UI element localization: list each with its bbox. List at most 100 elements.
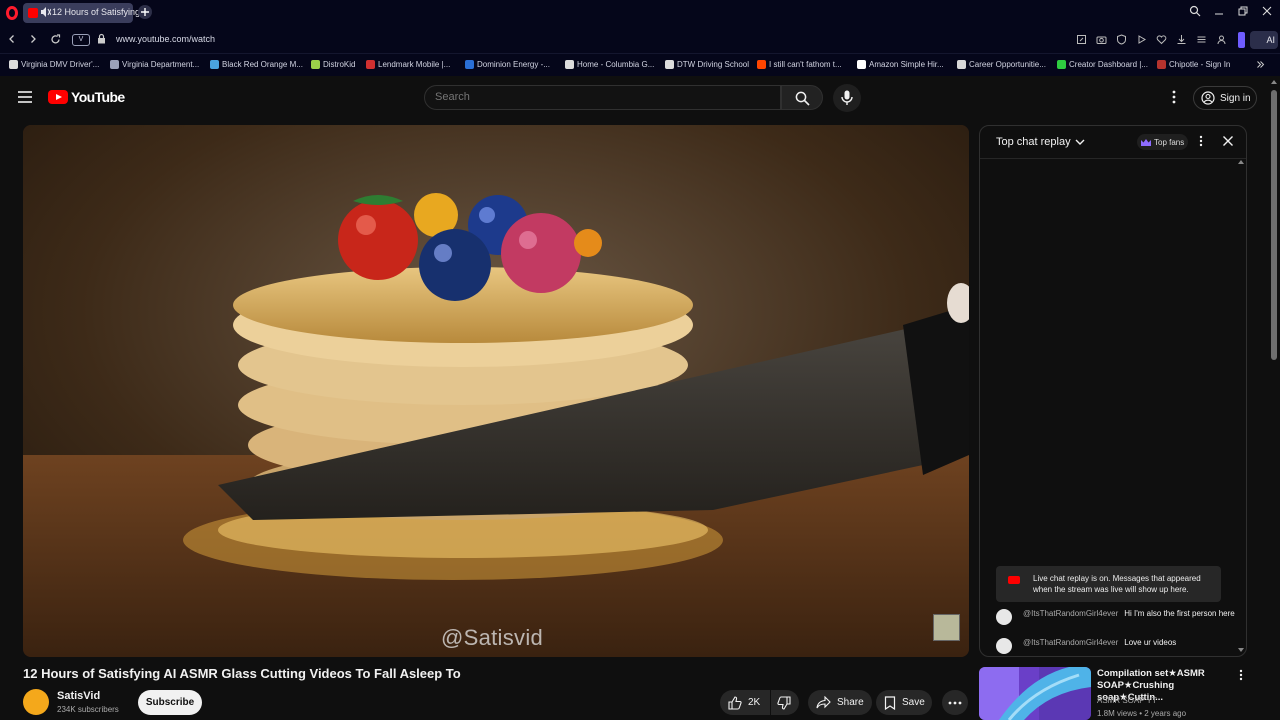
bookmark-item[interactable]: Black Red Orange M... (210, 60, 303, 69)
minimize-icon[interactable] (1213, 5, 1225, 17)
back-icon[interactable] (7, 34, 17, 44)
more-actions-button[interactable] (942, 690, 968, 715)
youtube-play-icon (48, 90, 68, 104)
bookmark-item[interactable]: Virginia Department... (110, 60, 199, 69)
bookmark-item[interactable]: I still can't fathom t... (757, 60, 842, 69)
bookmarks-bar: Virginia DMV Driver'... Virginia Departm… (0, 54, 1280, 76)
video-player[interactable]: @Satisvid (23, 125, 969, 657)
save-label: Save (902, 697, 925, 708)
dislike-button[interactable] (771, 690, 799, 715)
chat-title: Top chat replay (996, 136, 1071, 148)
shield-icon[interactable] (1116, 34, 1127, 45)
bookmark-item[interactable]: Home - Columbia G... (565, 60, 654, 69)
logo-text: YouTube (71, 89, 125, 105)
restore-icon[interactable] (1237, 5, 1249, 17)
share-icon (816, 696, 831, 709)
address-bar: V www.youtube.com/watch AI (0, 26, 1280, 54)
bookmark-favicon-icon (311, 60, 320, 69)
search-tabs-icon[interactable] (1189, 5, 1201, 17)
like-button[interactable]: 2K (720, 690, 770, 715)
bookmark-favicon-icon (957, 60, 966, 69)
lock-icon[interactable] (97, 33, 106, 44)
plus-icon (141, 8, 149, 16)
edit-icon[interactable] (1076, 34, 1087, 45)
chat-text: Love ur videos (1124, 638, 1177, 647)
bookmark-item[interactable]: Amazon Simple Hir... (857, 60, 944, 69)
menu-lines-icon[interactable] (1196, 34, 1207, 45)
top-fans-button[interactable]: Top fans (1137, 134, 1189, 150)
camera-icon[interactable] (1096, 34, 1107, 45)
bookmark-item[interactable]: Virginia DMV Driver'... (9, 60, 99, 69)
vpn-badge[interactable]: V (72, 34, 90, 46)
chat-more-icon[interactable] (1196, 135, 1206, 147)
speaker-icon[interactable] (40, 6, 51, 18)
bookmark-item[interactable]: DTW Driving School (665, 60, 749, 69)
opera-logo-icon[interactable] (6, 6, 18, 20)
chat-mode-dropdown[interactable]: Top chat replay (996, 136, 1085, 148)
crown-icon (1141, 138, 1151, 146)
voice-search-button[interactable] (833, 84, 861, 112)
channel-avatar[interactable] (23, 689, 49, 715)
video-frame-image (23, 125, 969, 657)
ai-label: AI (1266, 35, 1275, 45)
scroll-up-icon[interactable] (1271, 80, 1277, 84)
sign-in-button[interactable]: Sign in (1193, 86, 1257, 110)
download-icon[interactable] (1176, 34, 1187, 45)
aria-ai-button[interactable]: AI (1250, 31, 1278, 49)
search-input[interactable] (435, 91, 577, 103)
bookmark-favicon-icon (565, 60, 574, 69)
bookmark-item[interactable]: Career Opportunitie... (957, 60, 1046, 69)
more-horizontal-icon (948, 701, 962, 705)
save-button[interactable]: Save (876, 690, 932, 715)
bookmark-favicon-icon (1157, 60, 1166, 69)
new-tab-button[interactable] (138, 5, 152, 19)
profile-icon[interactable] (1216, 34, 1227, 45)
subscriber-count: 234K subscribers (57, 705, 119, 714)
channel-watermark-icon[interactable] (933, 614, 960, 641)
bookmark-item[interactable]: DistroKid (311, 60, 355, 69)
bookmark-item[interactable]: Dominion Energy -... (465, 60, 550, 69)
page-scrollbar[interactable] (1268, 76, 1280, 720)
chat-author[interactable]: @ItsThatRandomGirl4ever (1023, 638, 1118, 647)
bookmark-item[interactable]: Chipotle - Sign In (1157, 60, 1230, 69)
url-field[interactable]: www.youtube.com/watch (116, 34, 215, 44)
hamburger-menu-icon[interactable] (18, 91, 32, 103)
reload-icon[interactable] (50, 34, 61, 45)
chat-scroll-up-icon[interactable] (1238, 160, 1244, 164)
search-button[interactable] (781, 85, 823, 110)
chevron-down-icon (1075, 139, 1085, 146)
youtube-logo[interactable]: YouTube (48, 89, 125, 105)
thumbs-down-icon (777, 695, 791, 710)
close-icon[interactable] (1222, 135, 1234, 147)
video-watermark: @Satisvid (441, 625, 544, 650)
channel-name[interactable]: SatisVid (57, 690, 100, 702)
bookmark-item[interactable]: Lendmark Mobile |... (366, 60, 450, 69)
youtube-favicon-icon (28, 8, 38, 18)
tab-title: 12 Hours of Satisfying (52, 7, 141, 17)
share-button[interactable]: Share (808, 690, 872, 715)
heart-icon[interactable] (1156, 34, 1167, 45)
bookmarks-overflow-icon[interactable] (1256, 60, 1265, 69)
browser-tab[interactable]: 12 Hours of Satisfying (23, 3, 140, 23)
chat-author[interactable]: @ItsThatRandomGirl4ever (1023, 609, 1118, 618)
play-icon[interactable] (1136, 34, 1147, 45)
recommended-channel[interactable]: ASMR SOAP YT (1097, 696, 1157, 705)
forward-icon[interactable] (28, 34, 38, 44)
subscribe-button[interactable]: Subscribe (138, 690, 202, 715)
search-box[interactable] (424, 85, 781, 110)
bookmark-favicon-icon (857, 60, 866, 69)
chat-avatar[interactable] (996, 638, 1012, 654)
thumbs-up-icon (728, 695, 742, 710)
close-window-icon[interactable] (1261, 5, 1273, 17)
more-options-icon[interactable] (1168, 90, 1180, 104)
sidebar-toggle[interactable] (1238, 32, 1245, 48)
bookmark-favicon-icon (366, 60, 375, 69)
like-count: 2K (748, 697, 761, 708)
chat-scroll-down-icon[interactable] (1238, 648, 1244, 652)
recommended-more-icon[interactable] (1237, 669, 1245, 681)
recommended-thumbnail[interactable] (979, 667, 1091, 720)
account-circle-icon (1201, 91, 1215, 105)
chat-avatar[interactable] (996, 609, 1012, 625)
bookmark-item[interactable]: Creator Dashboard |... (1057, 60, 1148, 69)
scrollbar-thumb[interactable] (1271, 90, 1277, 360)
